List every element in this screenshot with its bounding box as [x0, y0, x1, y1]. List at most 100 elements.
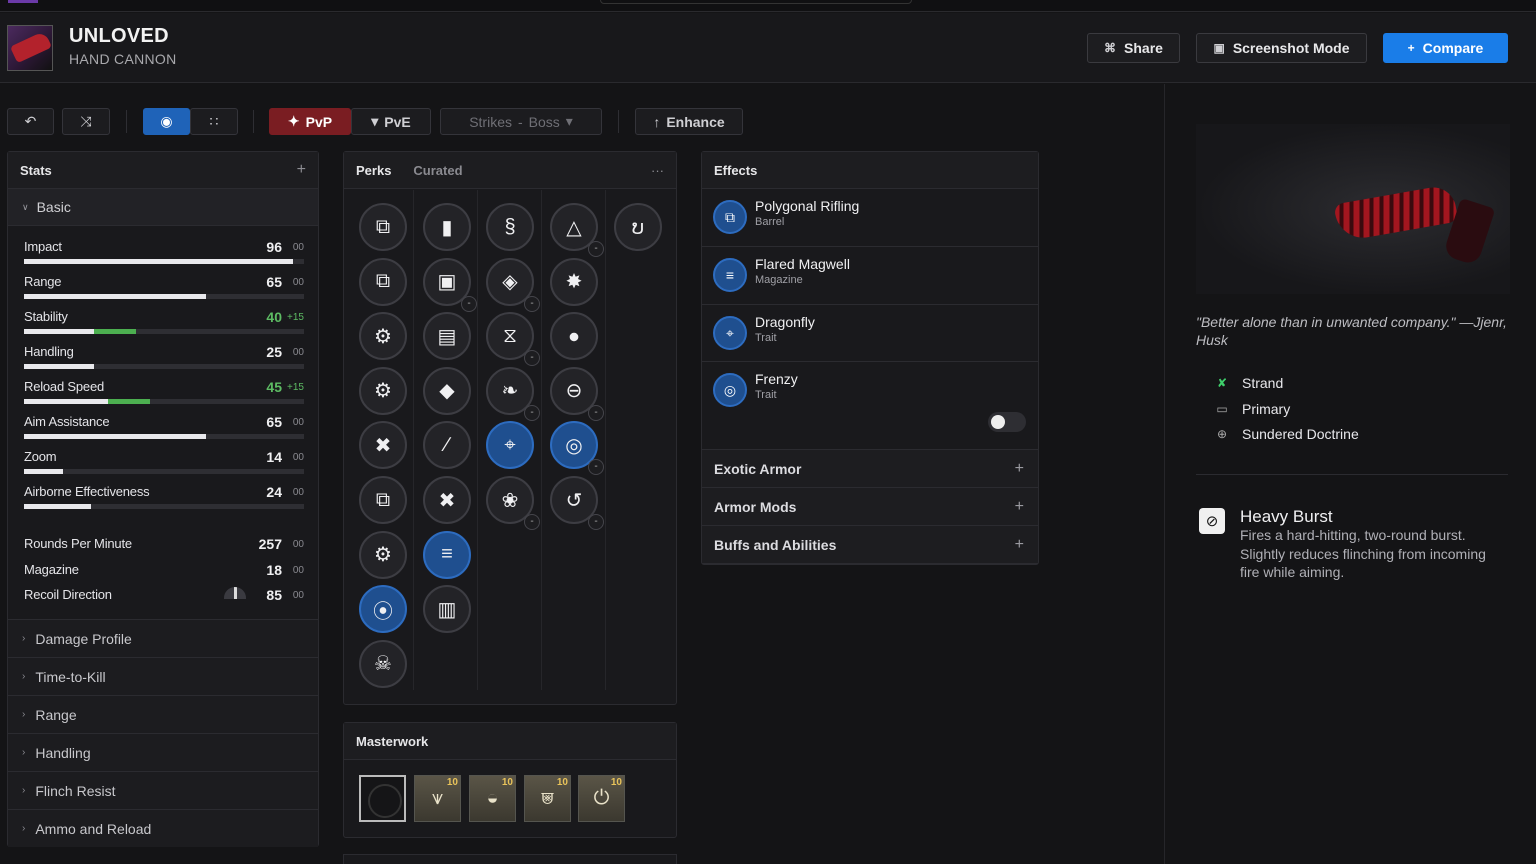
more-options-icon[interactable]: ··· [651, 163, 664, 178]
perk-icon[interactable]: ⧖ - [486, 312, 540, 367]
perk-icon[interactable]: ⧉ [359, 476, 407, 524]
stat-value: 85 [266, 587, 282, 603]
stat-label: Zoom [24, 449, 57, 464]
stats-panel: Stats + ∨ Basic Impact 96 00 Range 65 00 Stabi… [7, 151, 319, 847]
pvp-mode-button[interactable]: ✦ PvP [269, 108, 351, 135]
circle-icon: ◉ [160, 113, 173, 129]
browser-top-strip [0, 0, 1536, 12]
view-single-button[interactable]: ◉ [143, 108, 190, 135]
stat-label: Handling [24, 344, 74, 359]
chevron-right-icon: › [22, 633, 26, 644]
effect-item[interactable]: ≡ Flared Magwell Magazine [702, 247, 1038, 305]
masterwork-option[interactable]: ⩛ 10 [414, 775, 461, 822]
weapon-icon [7, 25, 53, 71]
stat-modifier: 00 [292, 417, 304, 428]
perk-column-divider [541, 190, 542, 690]
masterwork-stat-icon: ⩛ [431, 787, 444, 809]
stat-section-toggle[interactable]: › Range [8, 695, 318, 733]
stat-label: Airborne Effectiveness [24, 484, 150, 499]
stat-bar-bonus [108, 399, 150, 404]
perk-icon[interactable]: ◎ - [550, 421, 604, 476]
perk-icon[interactable]: ◈ - [486, 257, 540, 312]
perk-icon[interactable]: ↺ - [550, 476, 604, 530]
perk-icon[interactable]: ✖ [359, 421, 407, 470]
perk-icon[interactable]: ▣ - [423, 257, 477, 312]
enhance-button[interactable]: ↑ Enhance [635, 108, 743, 135]
stat-section-toggle[interactable]: › Ammo and Reload [8, 809, 318, 847]
masterwork-option[interactable]: ⩐ 10 [524, 775, 571, 822]
stat-value: 14 [266, 449, 282, 465]
perk-icon[interactable]: ✸ [550, 257, 598, 306]
perk-icon[interactable]: ❧ - [486, 366, 540, 421]
effect-item[interactable]: ⧉ Polygonal Rifling Barrel [702, 189, 1038, 247]
add-icon[interactable]: + [297, 161, 306, 179]
compare-button[interactable]: + Compare [1383, 33, 1508, 63]
activity-dropdown[interactable]: Strikes - Boss ▾ [440, 108, 602, 135]
perk-icon[interactable]: ❀ - [486, 476, 540, 530]
plus-icon: + [1014, 459, 1024, 477]
perk-icon[interactable]: ⧉ [359, 257, 407, 306]
masterwork-option[interactable]: ⏻ 10 [578, 775, 625, 822]
stat-row: Reload Speed 45 +15 [24, 379, 304, 414]
stat-row: Stability 40 +15 [24, 309, 304, 344]
perk-column-divider [413, 190, 414, 690]
divider [618, 110, 619, 133]
perk-icon[interactable]: ◆ [423, 366, 471, 415]
tab-curated[interactable]: Curated [413, 163, 462, 178]
stat-section-toggle[interactable]: › Flinch Resist [8, 771, 318, 809]
strand-icon: ✘ [1216, 376, 1228, 390]
frenzy-trait-icon: ◎ [713, 373, 747, 407]
perk-icon[interactable]: ⊖ - [550, 366, 604, 421]
masterwork-empty-slot[interactable] [359, 775, 406, 822]
pve-mode-button[interactable]: ▾ PvE [351, 108, 431, 135]
randomize-button[interactable]: ⤨ [62, 108, 110, 135]
effect-item[interactable]: ◎ Frenzy Trait [702, 362, 1038, 450]
perk-icon[interactable]: ⧉ [359, 203, 407, 251]
stat-section-toggle[interactable]: › Time-to-Kill [8, 657, 318, 695]
perk-icon[interactable]: ⚙ [359, 312, 407, 361]
source-tag: ⊕ Sundered Doctrine [1216, 426, 1359, 442]
view-grid-button[interactable]: ∷ [190, 108, 238, 135]
perk-icon[interactable]: ⌖ [486, 421, 534, 470]
perk-icon[interactable]: ▥ [423, 585, 471, 634]
perk-icon[interactable]: ບ [614, 203, 662, 251]
share-button[interactable]: ⌘ Share [1087, 33, 1180, 63]
search-bar-stub[interactable] [600, 0, 912, 4]
damage-type-tag: ✘ Strand [1216, 375, 1284, 391]
weapon-type: HAND CANNON [69, 51, 177, 67]
perk-icon[interactable]: ⦿ [359, 585, 407, 634]
undo-button[interactable]: ↶ [7, 108, 54, 135]
stat-bar [24, 364, 304, 369]
perk-icon[interactable]: ⚙ [359, 530, 407, 579]
perk-icon[interactable]: ▤ [423, 312, 471, 361]
enhanced-indicator-icon: - [524, 350, 540, 367]
exotic-armor-expander[interactable]: Exotic Armor + [702, 450, 1038, 488]
perk-icon[interactable]: § [486, 203, 534, 251]
perk-icon[interactable]: ✖ [423, 476, 471, 524]
stat-bar-fill [24, 469, 64, 474]
perk-icon[interactable]: ∕ [423, 421, 471, 470]
perk-icon[interactable]: ⚙ [359, 366, 407, 415]
perk-icon[interactable]: ⦁ [550, 312, 598, 361]
tab-perks[interactable]: Perks [356, 163, 391, 178]
screenshot-mode-button[interactable]: ▣ Screenshot Mode [1196, 33, 1367, 63]
perk-icon[interactable]: ▮ [423, 203, 471, 251]
buffs-abilities-expander[interactable]: Buffs and Abilities + [702, 526, 1038, 564]
frenzy-toggle[interactable] [988, 412, 1026, 432]
stat-section-toggle[interactable]: › Damage Profile [8, 619, 318, 657]
stat-label: Magazine [24, 561, 79, 577]
masterwork-option[interactable]: ◒ 10 [469, 775, 516, 822]
stat-section-toggle[interactable]: › Handling [8, 733, 318, 771]
perk-icon[interactable]: ≡ [423, 530, 471, 579]
basic-section-toggle[interactable]: ∨ Basic [8, 189, 318, 226]
globe-icon: ⊕ [1216, 427, 1228, 441]
armor-mods-expander[interactable]: Armor Mods + [702, 488, 1038, 526]
perk-icon[interactable]: △ - [550, 203, 604, 257]
stat-modifier: 00 [292, 242, 304, 253]
perk-icon[interactable]: ☠ [359, 639, 407, 688]
weapon-info-panel: "Better alone than in unwanted company."… [1164, 84, 1536, 864]
perk-column-divider [605, 190, 606, 690]
effect-item[interactable]: ⌖ Dragonfly Trait [702, 305, 1038, 362]
stat-value: 257 [258, 536, 282, 552]
stat-modifier: 00 [292, 564, 304, 576]
